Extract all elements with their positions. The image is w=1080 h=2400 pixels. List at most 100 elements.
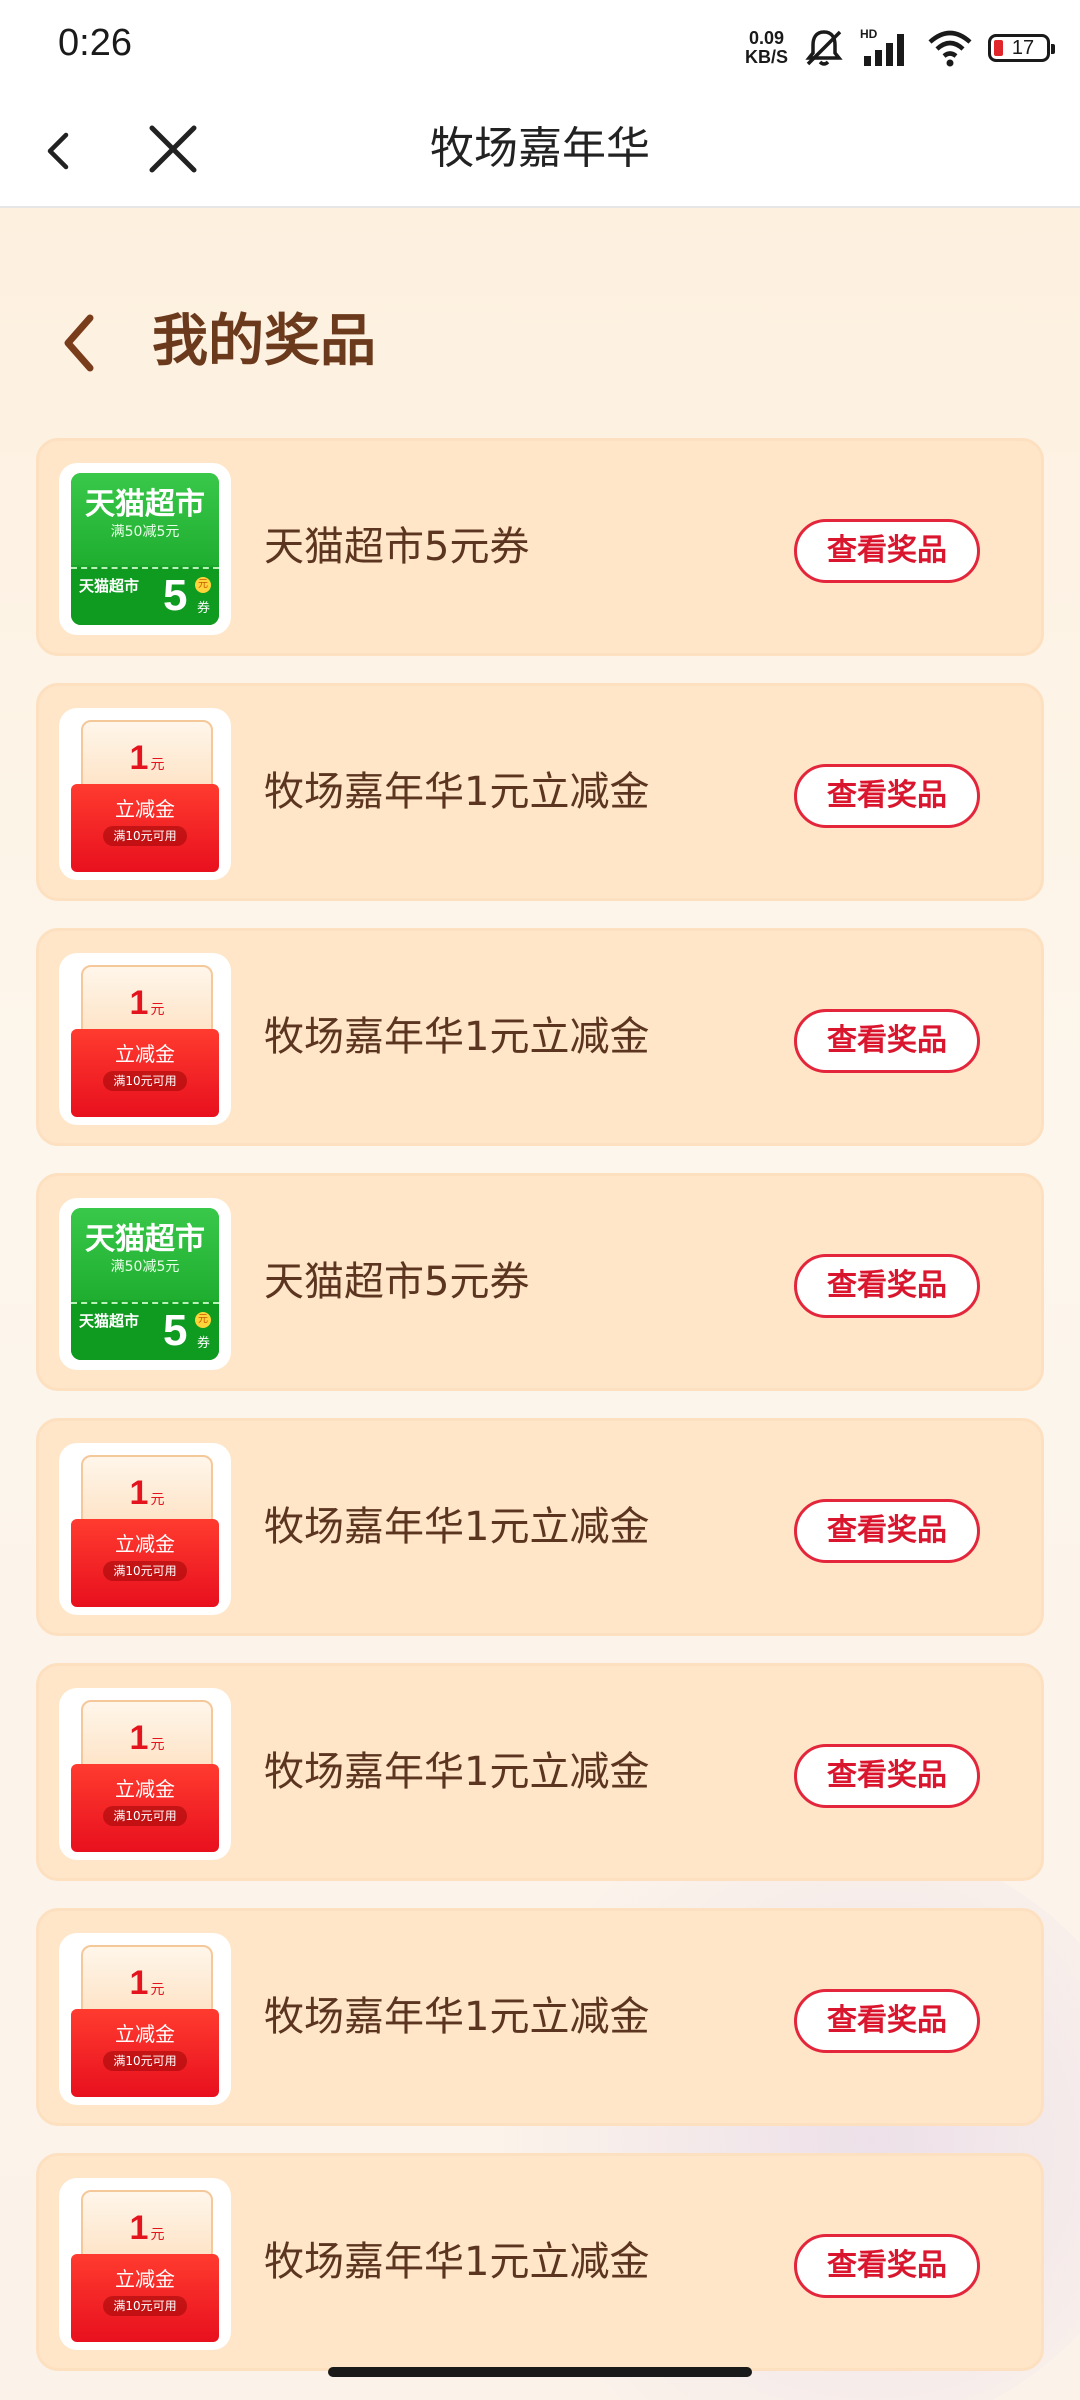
home-indicator[interactable]	[328, 2367, 752, 2377]
red-packet-amount: 1	[129, 984, 149, 1022]
red-packet-card: 1元	[81, 965, 213, 1039]
red-packet-label: 立减金	[115, 2267, 175, 2291]
red-packet-unit: 元	[150, 2227, 165, 2243]
voucher-unit: 券	[197, 1336, 211, 1351]
prize-card: 1元 立减金 满10元可用 牧场嘉年华1元立减金 查看奖品	[36, 1663, 1044, 1881]
mute-bell-icon	[805, 30, 843, 66]
network-speed-unit: KB/S	[744, 47, 788, 67]
prize-thumbnail: 1元 立减金 满10元可用	[59, 2178, 231, 2350]
tmall-voucher-image: 天猫超市 满50减5元 天猫超市 5 元 券	[71, 473, 219, 625]
red-packet-label: 立减金	[115, 1532, 175, 1556]
network-speed: 0.09 KB/S	[745, 29, 788, 67]
voucher-title: 天猫超市	[85, 1222, 205, 1257]
red-packet-image: 1元 立减金 满10元可用	[71, 1945, 219, 2097]
page-back-icon[interactable]	[56, 308, 100, 378]
prize-thumbnail: 天猫超市 满50减5元 天猫超市 5 元 券	[59, 463, 231, 635]
red-packet-label: 立减金	[115, 1042, 175, 1066]
voucher-amount: 5	[163, 571, 188, 620]
view-prize-button[interactable]: 查看奖品	[794, 1499, 980, 1563]
prize-thumbnail: 1元 立减金 满10元可用	[59, 953, 231, 1125]
prize-card: 天猫超市 满50减5元 天猫超市 5 元 券 天猫超市5元券 查看奖品	[36, 1173, 1044, 1391]
voucher-condition: 满50减5元	[110, 1259, 180, 1275]
prize-name: 牧场嘉年华1元立减金	[264, 1014, 650, 1060]
cellular-signal-icon: HD	[860, 27, 904, 66]
view-prize-button[interactable]: 查看奖品	[794, 519, 980, 583]
red-packet-card: 1元	[81, 2190, 213, 2264]
red-packet-body: 立减金 满10元可用	[71, 2254, 219, 2342]
prize-page: 我的奖品 天猫超市 满50减5元 天猫超市 5 元 券 天猫超市5元券 查看奖品…	[0, 208, 1080, 2400]
red-packet-condition: 满10元可用	[103, 1806, 187, 1826]
red-packet-amount: 1	[129, 1474, 149, 1512]
prize-card: 1元 立减金 满10元可用 牧场嘉年华1元立减金 查看奖品	[36, 1418, 1044, 1636]
red-packet-card: 1元	[81, 720, 213, 794]
prize-card: 1元 立减金 满10元可用 牧场嘉年华1元立减金 查看奖品	[36, 1908, 1044, 2126]
red-packet-condition: 满10元可用	[103, 826, 187, 846]
prize-card: 1元 立减金 满10元可用 牧场嘉年华1元立减金 查看奖品	[36, 2153, 1044, 2371]
prize-name: 天猫超市5元券	[264, 524, 530, 570]
red-packet-amount: 1	[129, 739, 149, 777]
red-packet-amount: 1	[129, 1964, 149, 2002]
battery-icon: 17	[988, 34, 1055, 62]
voucher-brand: 天猫超市	[79, 1312, 140, 1330]
red-packet-body: 立减金 满10元可用	[71, 1519, 219, 1607]
prize-thumbnail: 天猫超市 满50减5元 天猫超市 5 元 券	[59, 1198, 231, 1370]
red-packet-image: 1元 立减金 满10元可用	[71, 1455, 219, 1607]
network-type-label: HD	[860, 27, 878, 41]
red-packet-label: 立减金	[115, 1777, 175, 1801]
red-packet-condition: 满10元可用	[103, 1071, 187, 1091]
red-packet-image: 1元 立减金 满10元可用	[71, 1700, 219, 1852]
prize-thumbnail: 1元 立减金 满10元可用	[59, 1933, 231, 2105]
red-packet-card: 1元	[81, 1945, 213, 2019]
voucher-condition: 满50减5元	[110, 524, 180, 540]
view-prize-button[interactable]: 查看奖品	[794, 1254, 980, 1318]
red-packet-condition: 满10元可用	[103, 2296, 187, 2316]
prize-name: 天猫超市5元券	[264, 1259, 530, 1305]
red-packet-image: 1元 立减金 满10元可用	[71, 965, 219, 1117]
view-prize-button[interactable]: 查看奖品	[794, 2234, 980, 2298]
red-packet-condition: 满10元可用	[103, 1561, 187, 1581]
status-bar: 0:26 0.09 KB/S HD 17	[0, 0, 1080, 96]
voucher-bottom: 天猫超市 5 元 券	[71, 567, 219, 625]
prize-card: 1元 立减金 满10元可用 牧场嘉年华1元立减金 查看奖品	[36, 683, 1044, 901]
view-prize-button[interactable]: 查看奖品	[794, 1744, 980, 1808]
view-prize-button[interactable]: 查看奖品	[794, 1009, 980, 1073]
view-prize-button[interactable]: 查看奖品	[794, 1989, 980, 2053]
page-title: 我的奖品	[152, 309, 376, 374]
red-packet-condition: 满10元可用	[103, 2051, 187, 2071]
red-packet-body: 立减金 满10元可用	[71, 2009, 219, 2097]
red-packet-unit: 元	[150, 1737, 165, 1753]
status-time: 0:26	[58, 22, 132, 64]
red-packet-amount: 1	[129, 2209, 149, 2247]
prize-thumbnail: 1元 立减金 满10元可用	[59, 1443, 231, 1615]
voucher-amount: 5	[163, 1306, 188, 1355]
tmall-voucher-image: 天猫超市 满50减5元 天猫超市 5 元 券	[71, 1208, 219, 1360]
voucher-top: 天猫超市 满50减5元	[71, 473, 219, 565]
status-icons: 0.09 KB/S HD 17	[745, 26, 1055, 70]
red-packet-unit: 元	[150, 1492, 165, 1508]
voucher-unit: 券	[197, 601, 211, 616]
voucher-bottom: 天猫超市 5 元 券	[71, 1302, 219, 1360]
voucher-brand: 天猫超市	[79, 577, 140, 595]
red-packet-label: 立减金	[115, 2022, 175, 2046]
yen-badge-icon: 元	[195, 577, 211, 593]
prize-name: 牧场嘉年华1元立减金	[264, 1994, 650, 2040]
prize-thumbnail: 1元 立减金 满10元可用	[59, 708, 231, 880]
prize-thumbnail: 1元 立减金 满10元可用	[59, 1688, 231, 1860]
prize-name: 牧场嘉年华1元立减金	[264, 2239, 650, 2285]
voucher-top: 天猫超市 满50减5元	[71, 1208, 219, 1300]
nav-bar: 牧场嘉年华	[0, 96, 1080, 208]
view-prize-button[interactable]: 查看奖品	[794, 764, 980, 828]
prize-list: 天猫超市 满50减5元 天猫超市 5 元 券 天猫超市5元券 查看奖品 1 元 …	[36, 438, 1044, 2398]
prize-name: 牧场嘉年华1元立减金	[264, 1749, 650, 1795]
red-packet-amount: 1	[129, 1719, 149, 1757]
nav-title: 牧场嘉年华	[430, 123, 650, 174]
red-packet-body: 立减金 满10元可用	[71, 784, 219, 872]
prize-name: 牧场嘉年华1元立减金	[264, 1504, 650, 1550]
battery-level: 17	[1011, 36, 1035, 59]
red-packet-image: 1元 立减金 满10元可用	[71, 2190, 219, 2342]
prize-card: 天猫超市 满50减5元 天猫超市 5 元 券 天猫超市5元券 查看奖品	[36, 438, 1044, 656]
red-packet-unit: 元	[150, 757, 165, 773]
red-packet-body: 立减金 满10元可用	[71, 1029, 219, 1117]
voucher-title: 天猫超市	[85, 487, 205, 522]
prize-card: 1元 立减金 满10元可用 牧场嘉年华1元立减金 查看奖品	[36, 928, 1044, 1146]
